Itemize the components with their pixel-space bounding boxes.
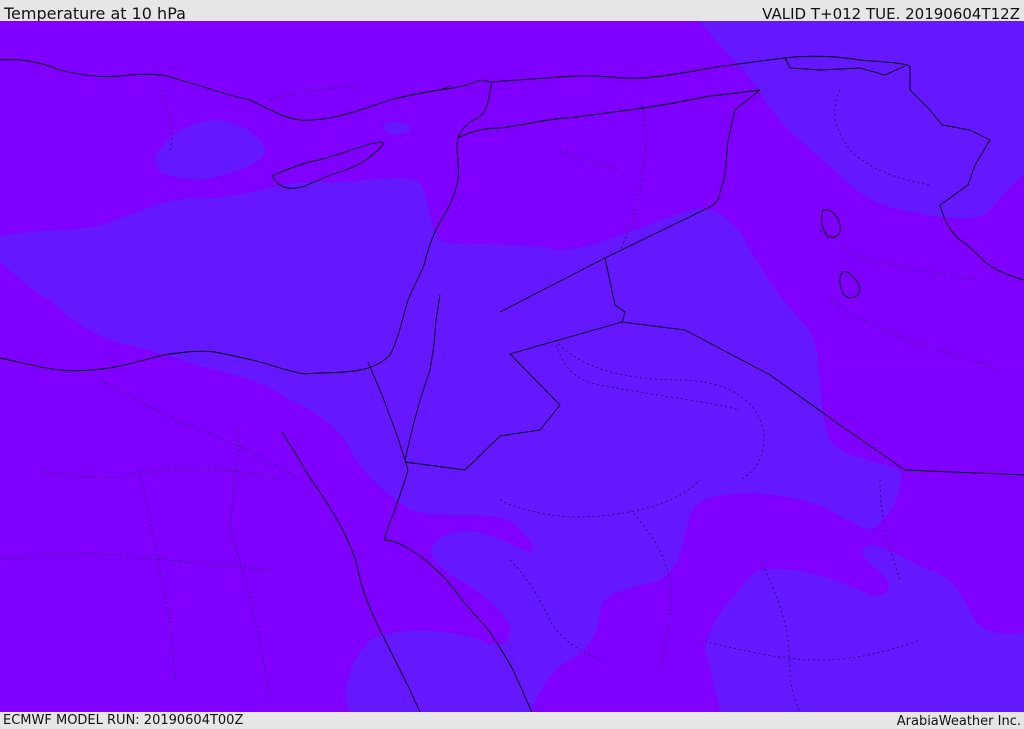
footer-bar: ECMWF MODEL RUN: 20190604T00Z ArabiaWeat… bbox=[0, 712, 1024, 729]
header-bar: Temperature at 10 hPa VALID T+012 TUE. 2… bbox=[0, 0, 1024, 23]
credit-label: ArabiaWeather Inc. bbox=[896, 714, 1021, 729]
temperature-map[interactable] bbox=[0, 21, 1024, 712]
model-run-label: ECMWF MODEL RUN: 20190604T00Z bbox=[3, 713, 244, 728]
weather-map-frame: Temperature at 10 hPa VALID T+012 TUE. 2… bbox=[0, 0, 1024, 729]
